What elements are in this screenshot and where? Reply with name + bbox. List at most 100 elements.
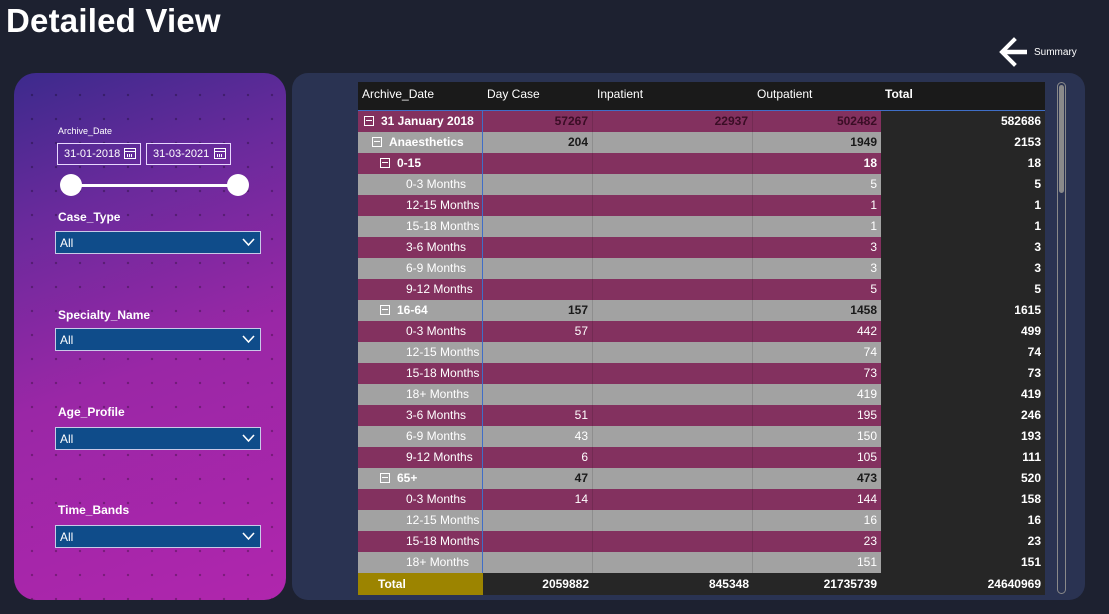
age-profile-dropdown[interactable]: All [55,427,261,450]
inpatient-cell [593,321,753,342]
outpatient-cell: 442 [856,324,877,338]
collapse-icon[interactable] [380,157,390,168]
table-row[interactable]: 15-18 Months 23 23 [358,531,1045,552]
row-label: 0-15 [397,156,422,170]
grand-total-inpatient: 845348 [708,577,749,591]
end-date-value: 31-03-2021 [153,148,210,160]
inpatient-cell [593,426,753,447]
start-date-field[interactable]: 31-01-2018 [57,143,141,165]
table-row[interactable]: 12-15 Months 1 1 [358,195,1045,216]
age-profile-label: Age_Profile [58,405,125,419]
outpatient-cell: 150 [856,429,877,443]
specialty-name-dropdown[interactable]: All [55,328,261,351]
row-label-cell: 3-6 Months [358,237,483,258]
time-bands-value: All [60,529,74,544]
column-header-archive-date[interactable]: Archive_Date [358,82,483,110]
total-cell: 5 [881,174,1045,195]
inpatient-cell [593,510,753,531]
row-label-cell: 9-12 Months [358,447,483,468]
table-row[interactable]: 18+ Months 151 151 [358,552,1045,573]
total-cell: 73 [881,363,1045,384]
collapse-icon[interactable] [372,136,382,147]
row-label-cell: 15-18 Months [358,216,483,237]
table-row[interactable]: 3-6 Months 3 3 [358,237,1045,258]
table-row[interactable]: 3-6 Months 51 195 246 [358,405,1045,426]
day-case-cell [483,342,593,363]
row-label: 65+ [397,471,418,485]
inpatient-cell [593,468,753,489]
table-row[interactable]: 16-64 157 1458 1615 [358,300,1045,321]
table-row[interactable]: 15-18 Months 1 1 [358,216,1045,237]
row-label-cell: 18+ Months [358,552,483,573]
row-label: 6-9 Months [406,429,467,443]
row-label: 6-9 Months [406,261,467,275]
row-label: 12-15 Months [406,513,480,527]
date-range-end-handle[interactable] [227,174,249,196]
row-label: 0-3 Months [406,492,467,506]
date-range-start-handle[interactable] [60,174,82,196]
table-row[interactable]: 15-18 Months 73 73 [358,363,1045,384]
row-label: 18+ Months [406,555,470,569]
total-cell: 16 [881,510,1045,531]
table-row[interactable]: 9-12 Months 5 5 [358,279,1045,300]
collapse-icon[interactable] [364,115,374,126]
inpatient-cell [593,216,753,237]
row-label: 16-64 [397,303,428,317]
table-row[interactable]: Anaesthetics 204 1949 2153 [358,132,1045,153]
table-row[interactable]: 0-15 18 18 [358,153,1045,174]
case-type-dropdown[interactable]: All [55,231,261,254]
table-row[interactable]: 6-9 Months 43 150 193 [358,426,1045,447]
table-row[interactable]: 6-9 Months 3 3 [358,258,1045,279]
column-header-total[interactable]: Total [881,82,1045,110]
row-label: 12-15 Months [406,198,480,212]
table-row[interactable]: 65+ 47 473 520 [358,468,1045,489]
matrix-scrollbar[interactable] [1057,82,1066,594]
row-label: 18+ Months [406,387,470,401]
day-case-cell: 204 [483,132,593,153]
total-cell: 1 [881,216,1045,237]
table-row[interactable]: 18+ Months 419 419 [358,384,1045,405]
row-label-cell: 16-64 [358,300,483,321]
row-label-cell: 6-9 Months [358,426,483,447]
specialty-name-label: Specialty_Name [58,308,151,322]
case-type-label: Case_Type [58,210,121,224]
archive-date-label: Archive_Date [58,126,113,136]
table-row[interactable]: 0-3 Months 14 144 158 [358,489,1045,510]
total-cell: 111 [881,447,1045,468]
day-case-cell [483,195,593,216]
collapse-icon[interactable] [380,472,390,483]
table-row[interactable]: 0-3 Months 57 442 499 [358,321,1045,342]
table-row[interactable]: 12-15 Months 16 16 [358,510,1045,531]
column-header-outpatient[interactable]: Outpatient [753,82,881,110]
collapse-icon[interactable] [380,304,390,315]
end-date-field[interactable]: 31-03-2021 [146,143,231,165]
row-label-cell: 12-15 Months [358,342,483,363]
date-range-slider-track[interactable] [70,184,238,187]
day-case-cell [483,279,593,300]
column-header-inpatient[interactable]: Inpatient [593,82,753,110]
inpatient-cell [593,384,753,405]
day-case-cell: 47 [483,468,593,489]
row-label-cell: 6-9 Months [358,258,483,279]
total-cell: 151 [881,552,1045,573]
row-label-cell: 31 January 2018 [358,111,483,132]
outpatient-cell: 5 [870,282,877,296]
table-row[interactable]: 9-12 Months 6 105 111 [358,447,1045,468]
outpatient-cell: 16 [863,513,877,527]
row-label-cell: 0-3 Months [358,321,483,342]
calendar-icon[interactable] [124,148,136,159]
day-case-cell: 57267 [483,111,593,132]
time-bands-dropdown[interactable]: All [55,525,261,548]
matrix-scrollbar-thumb[interactable] [1059,85,1064,193]
calendar-icon[interactable] [214,148,226,159]
back-to-summary-button[interactable]: Summary [998,36,1078,68]
total-cell: 3 [881,258,1045,279]
row-label: 0-3 Months [406,324,467,338]
total-cell: 23 [881,531,1045,552]
column-header-day-case[interactable]: Day Case [483,82,593,110]
inpatient-cell [593,342,753,363]
table-row[interactable]: 31 January 2018 57267 22937 502482 582686 [358,110,1045,132]
row-label: 0-3 Months [406,177,467,191]
table-row[interactable]: 12-15 Months 74 74 [358,342,1045,363]
table-row[interactable]: 0-3 Months 5 5 [358,174,1045,195]
